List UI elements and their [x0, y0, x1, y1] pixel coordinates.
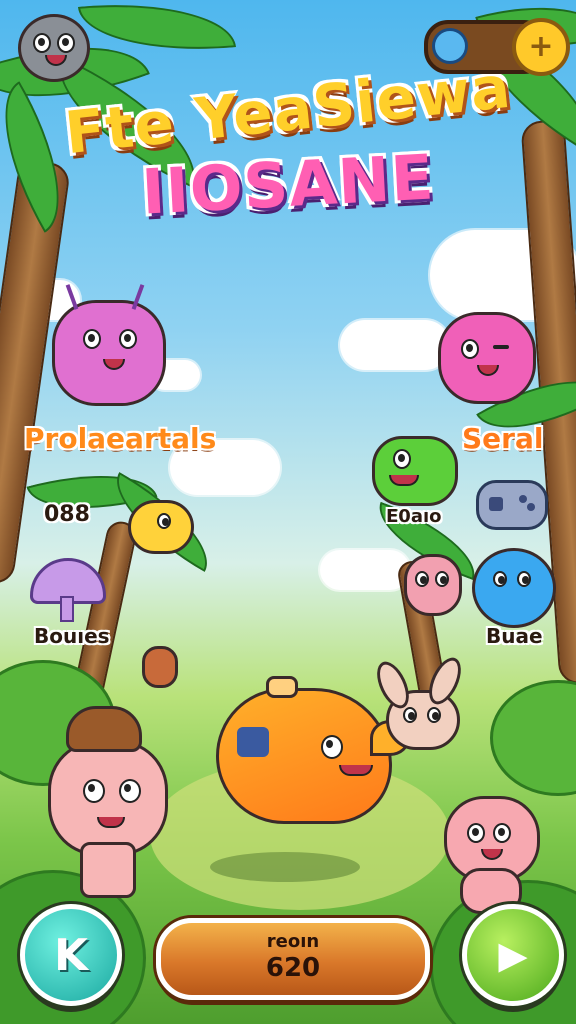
right-category-label: Seral: [462, 422, 544, 455]
gem-icon: [432, 28, 468, 64]
pig-body: [80, 842, 136, 898]
ground-shadow: [210, 852, 360, 882]
right-count-label: E0aıo: [386, 506, 442, 527]
blue-round-creature[interactable]: [472, 548, 556, 628]
grey-blob-mascot: [18, 14, 90, 82]
green-dino-creature[interactable]: [372, 436, 458, 506]
back-button[interactable]: K: [20, 904, 122, 1006]
pink-small-creature[interactable]: [404, 554, 462, 616]
bush: [490, 680, 576, 796]
plus-icon: +: [528, 29, 554, 64]
game-controller-icon[interactable]: [476, 480, 548, 530]
score-value: 620: [265, 953, 321, 983]
whale-blowhole: [266, 676, 298, 698]
score-label: reoın: [266, 931, 320, 952]
pink-winking-creature[interactable]: [438, 312, 536, 404]
play-arrow-icon: ▶: [498, 933, 528, 977]
left-bottom-label: Bouıes: [34, 624, 110, 648]
pink-bug-creature[interactable]: [52, 300, 166, 406]
left-category-label: Prolaeartals: [24, 422, 217, 455]
yellow-bird-creature[interactable]: [128, 500, 194, 554]
mushroom-stem: [60, 596, 74, 622]
pink-pig-girl[interactable]: [48, 740, 168, 856]
orange-whale-creature[interactable]: [216, 688, 392, 824]
cloud: [320, 550, 410, 590]
puzzle-piece-icon: [237, 727, 269, 757]
cloud: [340, 320, 450, 370]
next-button[interactable]: ▶: [462, 904, 564, 1006]
score-panel: reoın 620: [156, 918, 430, 1000]
brown-critter: [142, 646, 178, 688]
left-count-label: 088: [44, 502, 90, 527]
back-arrow-icon: K: [53, 929, 89, 981]
hair-tuft: [66, 706, 142, 752]
add-currency-button[interactable]: +: [512, 18, 570, 76]
game-scene: Fte YeaSiewa IIOSANE + Prolaeartals Sera…: [0, 0, 576, 1024]
